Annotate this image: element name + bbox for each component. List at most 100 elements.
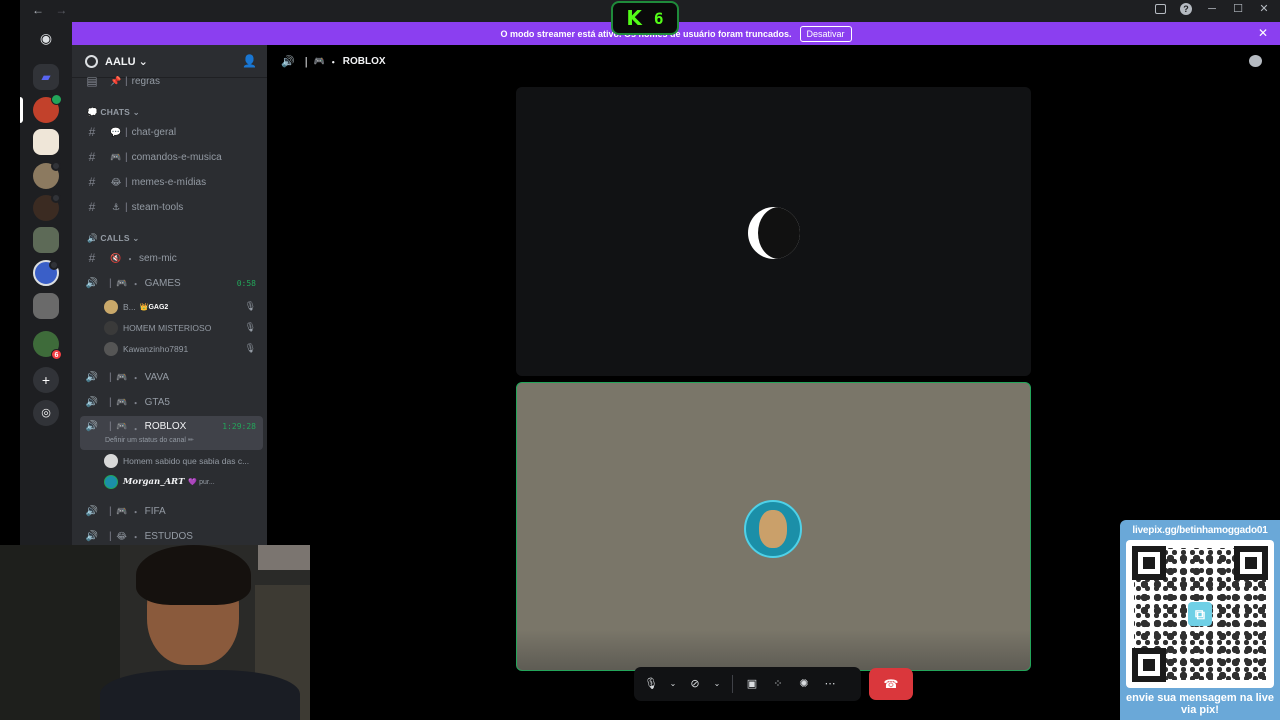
tile-gradient [517, 630, 1030, 670]
camera-off-icon[interactable]: ⊘ [684, 673, 706, 695]
invite-people-icon[interactable]: 👤 [242, 54, 257, 68]
server-icon-2[interactable] [33, 129, 59, 155]
hash-icon: # [88, 175, 96, 189]
call-controls: 🎙 ⌄ ⊘ ⌄ ▣ ⁘ ✺ ⋯ [634, 667, 861, 701]
server-guild-icon [85, 55, 98, 68]
category-calls[interactable]: 🔊 CALLS ⌄ [87, 233, 140, 244]
participant-tile-speaking[interactable] [516, 382, 1031, 671]
pin-emoji: 📌 [110, 75, 122, 86]
activities-icon[interactable]: ⁘ [767, 673, 789, 695]
gamepad-emoji: 🎮 [116, 371, 128, 382]
server-icon-7[interactable] [33, 293, 59, 319]
channel-status-prompt[interactable]: Definir um status do canal ✏ [105, 436, 194, 444]
kick-viewer-overlay: K 6 [611, 1, 679, 35]
call-timer: 0:58 [236, 278, 256, 288]
speaker-icon: 🔊 [85, 421, 99, 432]
gamepad-emoji: 🎮 [116, 421, 128, 431]
channel-regras[interactable]: ▤ 📌 | regras [80, 70, 263, 92]
voice-channel-gta5[interactable]: 🔊 | 🎮 ・ GTA5 [80, 391, 263, 413]
call-header: 🔊 | 🎮 ・ ROBLOX [267, 45, 1280, 78]
livepix-logo-icon: ⧉ [1188, 602, 1212, 626]
channel-comandos-e-musica[interactable]: # 🎮 | comandos-e-musica [80, 146, 263, 168]
voice-user[interactable]: Kawanzinho7891 🎙 [104, 339, 259, 358]
avatar [104, 341, 118, 356]
channel-chat-geral[interactable]: # 💬 | chat-geral [80, 121, 263, 143]
add-server-icon[interactable]: + [33, 367, 59, 393]
speaker-icon: 🔊 [85, 371, 99, 383]
voice-channel-games[interactable]: 🔊 | 🎮 ・ GAMES 0:58 [80, 272, 263, 294]
gamepad-emoji: 🎮 [116, 277, 128, 288]
muted-mic-icon: 🎙 [244, 301, 256, 311]
server-name: AALU ⌄ [105, 56, 148, 68]
help-icon[interactable]: ? [1180, 3, 1192, 15]
speaker-icon: 🔊 [85, 277, 99, 289]
kick-logo-icon: K [626, 6, 642, 30]
soundboard-icon[interactable]: ✺ [793, 673, 815, 695]
divider [732, 675, 733, 693]
speaker-indicator [51, 193, 61, 203]
viewer-count: 6 [653, 8, 664, 28]
voice-channel-fifa[interactable]: 🔊 | 🎮 ・ FIFA [80, 500, 263, 522]
server-icon-aalu[interactable] [33, 94, 62, 123]
microphone-icon[interactable]: 🎙 [640, 673, 662, 695]
server-icon-3[interactable] [33, 161, 61, 189]
forward-button[interactable]: → [55, 3, 67, 17]
maximize-button[interactable]: ☐ [1232, 3, 1244, 15]
discover-icon[interactable]: ◎ [33, 400, 59, 426]
speaker-icon: 🔊 [85, 396, 99, 408]
muted-mic-icon: 🎙 [244, 343, 256, 353]
avatar [104, 453, 118, 468]
minimize-button[interactable]: ─ [1206, 3, 1218, 15]
server-icon-5[interactable] [33, 227, 59, 253]
screen-share-icon[interactable]: ▣ [741, 673, 763, 695]
hash-icon: # [88, 200, 96, 214]
disconnect-call-button[interactable]: ☎ [869, 668, 913, 700]
hash-icon: # [88, 150, 96, 164]
livepix-message: envie sua mensagem na live via pix! [1126, 692, 1274, 716]
voice-user[interactable]: Homem sabido que sabia das c... [104, 451, 259, 470]
gamepad-emoji: 🎮 [116, 505, 128, 516]
user-tag: 👑GAG2 [139, 303, 169, 311]
livepix-qr-code: ⧉ [1126, 540, 1274, 688]
disable-streamer-mode-button[interactable]: Desativar [799, 25, 852, 42]
call-title: ROBLOX [342, 56, 386, 67]
camera-options-chevron-icon[interactable]: ⌄ [710, 673, 724, 695]
speaker-indicator [51, 161, 61, 171]
speaker-indicator [49, 260, 59, 270]
channel-steam-tools[interactable]: # ⚓ | steam-tools [80, 196, 263, 218]
channel-sem-mic[interactable]: # 🔇 ・ sem-mic [80, 247, 263, 269]
more-options-icon[interactable]: ⋯ [819, 673, 841, 695]
avatar [104, 320, 118, 335]
voice-user[interactable]: B... 👑GAG2 🎙 [104, 297, 259, 316]
voice-channel-estudos[interactable]: 🔊 | 😂 ・ ESTUDOS [80, 525, 263, 547]
voice-user[interactable]: HOMEM MISTERIOSO 🎙 [104, 318, 259, 337]
hash-icon: # [88, 125, 96, 139]
chat-bubble-icon[interactable] [1249, 55, 1262, 67]
server-icon-6[interactable] [33, 260, 59, 286]
avatar [104, 299, 118, 314]
back-button[interactable]: ← [32, 3, 44, 17]
channel-memes-e-midias[interactable]: # 😂 | memes-e-mídias [80, 171, 263, 193]
discord-home-icon[interactable]: ◉ [33, 25, 59, 51]
direct-messages-icon[interactable]: ▰ [33, 64, 59, 90]
voice-channel-vava[interactable]: 🔊 | 🎮 ・ VAVA [80, 366, 263, 388]
banner-close-icon[interactable]: ✕ [1258, 26, 1268, 40]
streamer-webcam [0, 545, 310, 720]
participant-avatar [744, 500, 802, 558]
server-icon-8[interactable]: 6 [33, 331, 62, 360]
server-icon-4[interactable] [33, 193, 61, 221]
voice-user[interactable]: 𝑴𝒐𝒓𝒈𝒂𝒏_𝑨𝑹𝑻 💜 pur... [104, 472, 259, 491]
gamepad-emoji: 🎮 [116, 396, 128, 407]
close-window-button[interactable]: ✕ [1258, 3, 1270, 15]
category-chats[interactable]: 💭 CHATS ⌄ [87, 107, 140, 118]
channel-rules-icon: ▤ [86, 74, 98, 88]
participant-avatar [748, 207, 800, 259]
voice-channel-roblox[interactable]: 🔊 | 🎮 ・ ROBLOX 1:29:28 [80, 416, 263, 450]
avatar [104, 474, 118, 489]
speaker-icon: 🔊 [85, 530, 99, 542]
inbox-icon[interactable] [1155, 4, 1166, 14]
mic-options-chevron-icon[interactable]: ⌄ [666, 673, 680, 695]
hash-icon: # [88, 251, 96, 265]
muted-mic-icon: 🎙 [244, 322, 256, 332]
participant-tile[interactable] [516, 87, 1031, 376]
